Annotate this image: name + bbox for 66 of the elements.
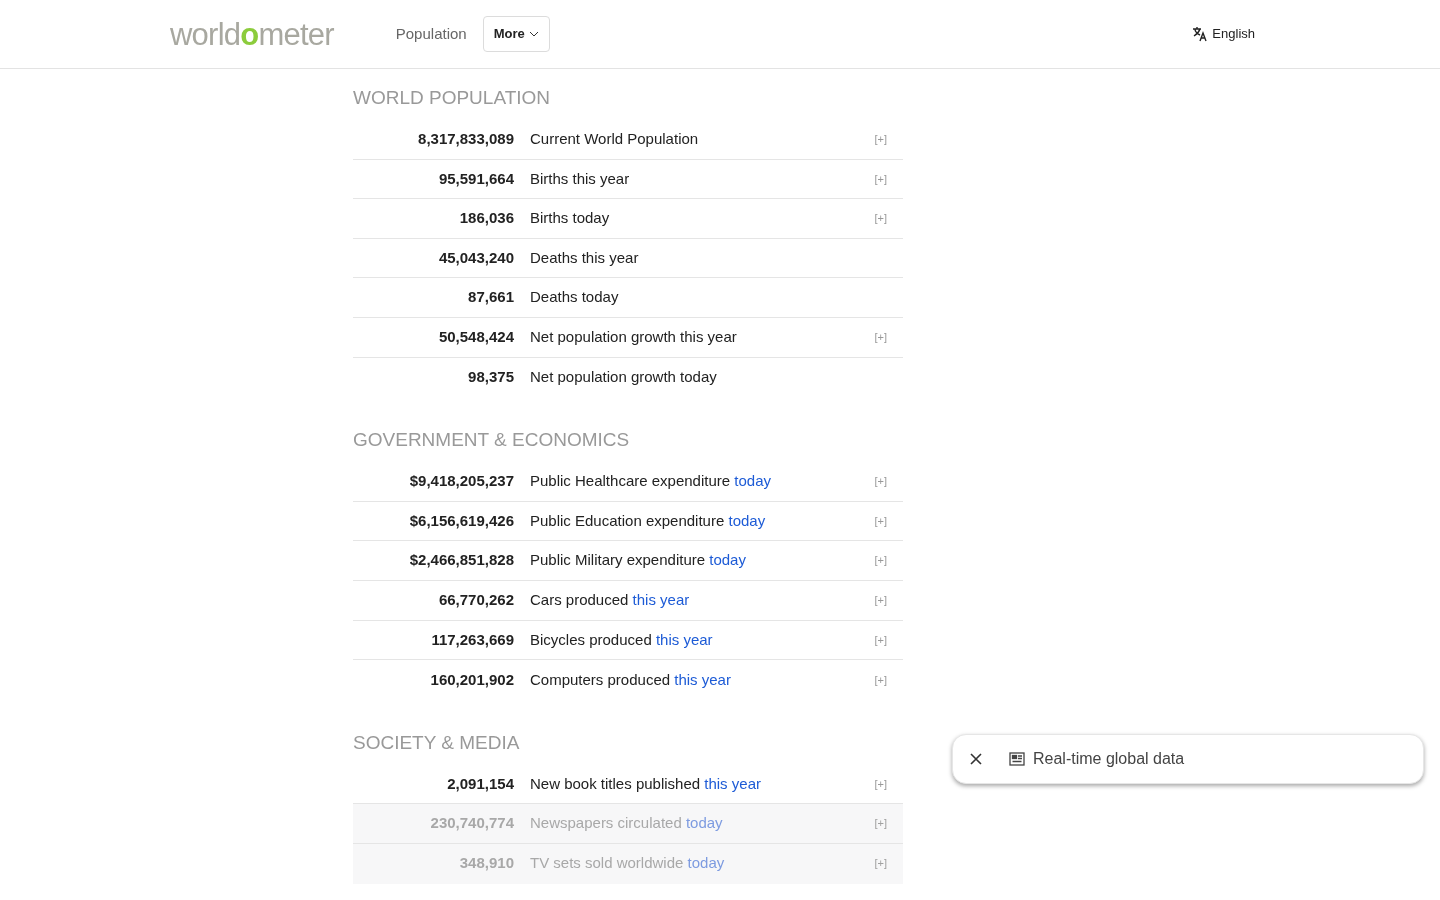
stat-value: 160,201,902 (429, 669, 514, 690)
period-link[interactable]: today (685, 814, 723, 832)
stat-value: 8,317,833,089 (417, 129, 514, 150)
close-icon[interactable] (969, 752, 983, 766)
stat-value: 117,263,669 (430, 629, 514, 650)
expand-toggle[interactable]: [+] (874, 815, 887, 832)
expand-toggle[interactable]: [+] (874, 512, 887, 530)
stat-value: 66,770,262 (437, 590, 514, 610)
newspaper-icon (1009, 752, 1025, 766)
stat-label: Births this year (530, 168, 630, 189)
stat-value: $9,418,205,237 (408, 471, 514, 492)
stat-label: Net population growth today (530, 367, 717, 388)
chevron-icon (528, 31, 539, 37)
site-logo[interactable]: worldometer (170, 18, 334, 50)
stat-label: Net population growth this year (530, 327, 737, 347)
stat-label: Newspapers circulated today (530, 813, 723, 834)
period-link[interactable]: today (728, 511, 766, 529)
expand-toggle[interactable]: [+] (874, 592, 887, 609)
expand-toggle[interactable]: [+] (874, 775, 887, 793)
stat-label: Public Healthcare expenditure today (530, 471, 771, 492)
period-link[interactable]: today (687, 854, 725, 872)
stat-label: Public Education expenditure today (530, 510, 766, 531)
language-button[interactable]: English (1192, 24, 1255, 44)
stat-value: 95,591,664 (437, 168, 514, 189)
expand-toggle[interactable]: [+] (874, 131, 887, 148)
stat-label: Deaths this year (530, 247, 639, 268)
stat-label: Deaths today (530, 287, 619, 308)
stat-label: TV sets sold worldwide today (530, 853, 725, 874)
stat-label: Current World Population (530, 129, 699, 150)
section-heading: WORLD POPULATION (353, 86, 552, 110)
stat-value: 2,091,154 (446, 773, 514, 794)
stat-label: Computers produced this year (530, 669, 731, 690)
stat-label: Cars produced this year (530, 590, 690, 610)
period-link[interactable]: this year (655, 630, 713, 648)
expand-toggle[interactable]: [+] (874, 170, 887, 188)
period-link[interactable]: this year (704, 774, 761, 792)
expand-toggle[interactable]: [+] (874, 855, 887, 872)
nav-link[interactable]: Population (395, 22, 467, 46)
stat-label: Public Military expenditure today (530, 550, 746, 571)
stat-value: 45,043,240 (437, 247, 514, 268)
stat-value: 186,036 (458, 208, 514, 229)
section-heading: SOCIETY & MEDIA (353, 730, 521, 755)
stat-value: $6,156,619,426 (408, 510, 514, 531)
expand-toggle[interactable]: [+] (874, 671, 887, 689)
stat-label: Bicycles produced this year (530, 629, 713, 650)
expand-toggle[interactable]: [+] (874, 210, 887, 227)
stat-value: 87,661 (467, 287, 514, 308)
stat-value: 50,548,424 (437, 327, 514, 347)
stat-label: Births today (530, 208, 610, 229)
expand-toggle[interactable]: [+] (874, 631, 887, 649)
stat-value: 348,910 (458, 853, 514, 874)
period-link[interactable]: this year (632, 591, 690, 608)
stat-value: 98,375 (467, 367, 514, 388)
expand-toggle[interactable]: [+] (874, 329, 887, 346)
period-link[interactable]: today (734, 472, 771, 490)
stat-value: 230,740,774 (429, 813, 514, 834)
toast-message: Real-time global data (1033, 749, 1185, 769)
more-dropdown[interactable]: More (482, 16, 550, 52)
expand-toggle[interactable]: [+] (874, 552, 887, 569)
expand-toggle[interactable]: [+] (874, 473, 887, 490)
translate-icon (1192, 26, 1209, 42)
period-link[interactable]: today (709, 551, 746, 569)
stat-label: New book titles published this year (530, 773, 761, 794)
period-link[interactable]: this year (674, 670, 731, 688)
stat-value: $2,466,851,828 (408, 550, 514, 571)
section-heading: GOVERNMENT & ECONOMICS (353, 428, 631, 453)
